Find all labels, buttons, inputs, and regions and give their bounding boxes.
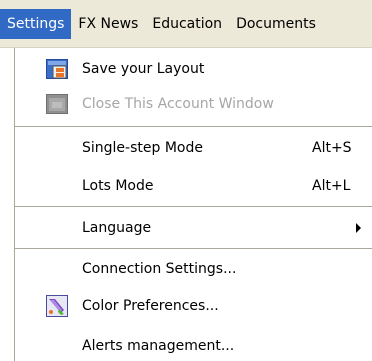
close-account-label: Close This Account Window [82, 96, 274, 112]
single-step-shortcut: Alt+S [312, 140, 352, 156]
language-label: Language [82, 220, 152, 236]
menu-item-alerts-management[interactable]: Alerts management... [15, 331, 372, 361]
close-window-icon [46, 94, 68, 114]
settings-dropdown-menu: Save your Layout Close This Account Wind… [14, 48, 372, 361]
menu-item-connection-settings[interactable]: Connection Settings... [15, 254, 372, 284]
menu-item-single-step-mode[interactable]: Single-step Mode Alt+S [15, 133, 372, 163]
menu-education[interactable]: Education [145, 9, 229, 39]
connection-settings-label: Connection Settings... [82, 261, 237, 277]
lots-mode-shortcut: Alt+L [312, 178, 351, 194]
save-layout-label: Save your Layout [82, 61, 205, 77]
lots-mode-label: Lots Mode [82, 178, 154, 194]
color-preferences-label: Color Preferences... [82, 298, 219, 314]
submenu-arrow-icon [356, 223, 361, 233]
menu-item-language[interactable]: Language [15, 213, 372, 243]
menu-fx-news[interactable]: FX News [71, 9, 145, 39]
single-step-label: Single-step Mode [82, 140, 203, 156]
menu-documents[interactable]: Documents [229, 9, 323, 39]
menu-bar: Settings FX News Education Documents [0, 0, 372, 48]
menu-item-save-layout[interactable]: Save your Layout [15, 54, 372, 84]
menu-item-color-preferences[interactable]: Color Preferences... [15, 291, 372, 321]
menu-settings[interactable]: Settings [0, 8, 72, 39]
menu-separator [15, 248, 372, 249]
menu-separator [15, 206, 372, 207]
menu-item-close-account-window: Close This Account Window [15, 89, 372, 119]
menu-item-lots-mode[interactable]: Lots Mode Alt+L [15, 171, 372, 201]
menu-separator [15, 126, 372, 127]
color-palette-icon [46, 295, 68, 317]
save-layout-icon [46, 59, 68, 79]
alerts-management-label: Alerts management... [82, 338, 235, 354]
